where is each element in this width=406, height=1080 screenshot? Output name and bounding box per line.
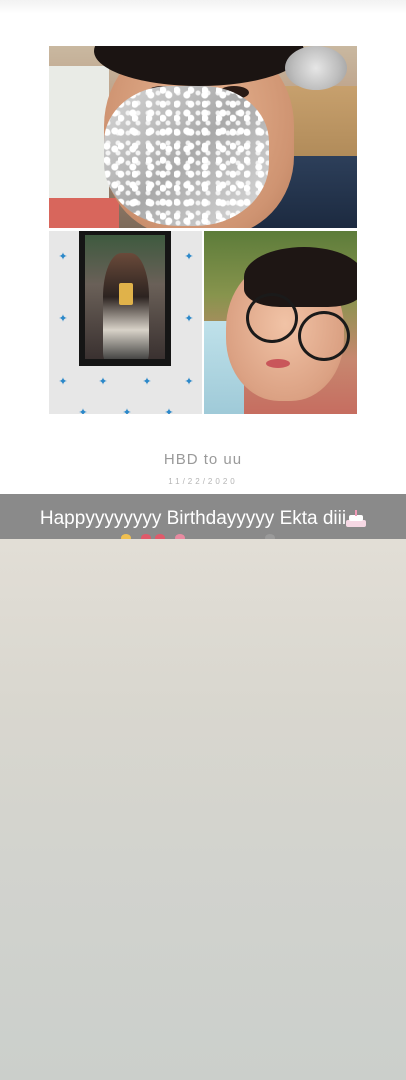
butterfly-icon: ✦ [58, 376, 68, 388]
birthday-cake-icon [346, 509, 367, 527]
story-screen: ✦ ✦ ✦ ✦ ✦ ✦ ✦ ✦ ✦ ✦ ✦ HBD to uu 11/22/20… [0, 0, 406, 1080]
mirror-selfie-frame [79, 231, 171, 366]
butterfly-icon: ✦ [78, 407, 88, 414]
sequin-mask [104, 86, 269, 226]
story-text-banner[interactable]: Happyyyyyyyy Birthdayyyyy Ekta diii [0, 494, 406, 539]
post-caption: HBD to uu [163, 451, 243, 468]
post-date: 11/22/2020 [168, 477, 238, 486]
butterfly-icon: ✦ [184, 376, 194, 388]
collage-photo-bottom-right [204, 231, 357, 414]
butterfly-icon: ✦ [122, 407, 132, 414]
photo-collage[interactable]: ✦ ✦ ✦ ✦ ✦ ✦ ✦ ✦ ✦ ✦ ✦ [49, 46, 357, 414]
butterfly-icon: ✦ [58, 251, 68, 263]
collage-photo-bottom-left: ✦ ✦ ✦ ✦ ✦ ✦ ✦ ✦ ✦ ✦ ✦ [49, 231, 202, 414]
story-background [0, 539, 406, 1080]
post-card: ✦ ✦ ✦ ✦ ✦ ✦ ✦ ✦ ✦ ✦ ✦ HBD to uu 11/22/20… [0, 14, 406, 494]
butterfly-icon: ✦ [58, 313, 68, 325]
butterfly-icon: ✦ [184, 313, 194, 325]
butterfly-icon: ✦ [184, 251, 194, 263]
banner-text: Happyyyyyyyy Birthdayyyyy Ekta diii [39, 508, 347, 529]
top-strip [0, 0, 406, 14]
butterfly-icon: ✦ [98, 376, 108, 388]
collage-photo-top [49, 46, 357, 228]
glitter-ears [285, 46, 347, 90]
butterfly-icon: ✦ [142, 376, 152, 388]
glasses [246, 293, 298, 343]
butterfly-icon: ✦ [164, 407, 174, 414]
